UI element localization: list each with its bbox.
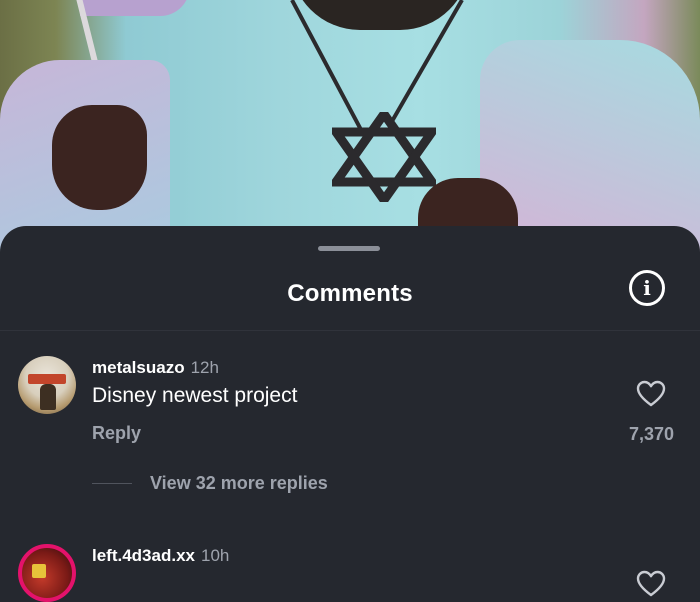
avatar[interactable] bbox=[18, 356, 76, 414]
heart-outline-icon[interactable] bbox=[636, 570, 666, 598]
comment-username[interactable]: left.4d3ad.xx bbox=[92, 546, 195, 565]
sheet-grabber-handle[interactable] bbox=[318, 246, 380, 251]
comments-sheet: Comments i metalsuazo 12h Disney newest p… bbox=[0, 226, 700, 602]
comment-username-row[interactable]: left.4d3ad.xx 10h bbox=[92, 546, 229, 566]
collar bbox=[290, 0, 470, 30]
comment-username-row[interactable]: metalsuazo 12h bbox=[92, 358, 219, 378]
heart-outline-icon[interactable] bbox=[636, 380, 666, 408]
hand-left bbox=[52, 105, 147, 210]
comment-time: 12h bbox=[190, 358, 219, 377]
comment-username[interactable]: metalsuazo bbox=[92, 358, 185, 377]
like-count: 7,370 bbox=[628, 424, 674, 444]
avatar-with-story-ring[interactable] bbox=[18, 544, 76, 602]
sheet-title: Comments bbox=[287, 280, 413, 307]
avatar-detail bbox=[40, 384, 56, 410]
comment-text: Disney newest project bbox=[92, 384, 298, 407]
replies-divider bbox=[92, 483, 132, 484]
header-divider bbox=[0, 330, 700, 331]
comment-time: 10h bbox=[201, 546, 230, 565]
avatar-detail bbox=[28, 374, 66, 384]
reply-button[interactable]: Reply bbox=[92, 423, 141, 444]
video-background bbox=[0, 0, 700, 260]
info-icon[interactable]: i bbox=[629, 270, 665, 306]
star-pendant-icon bbox=[332, 112, 436, 202]
view-more-replies-button[interactable]: View 32 more replies bbox=[150, 473, 328, 494]
flag bbox=[80, 0, 190, 16]
